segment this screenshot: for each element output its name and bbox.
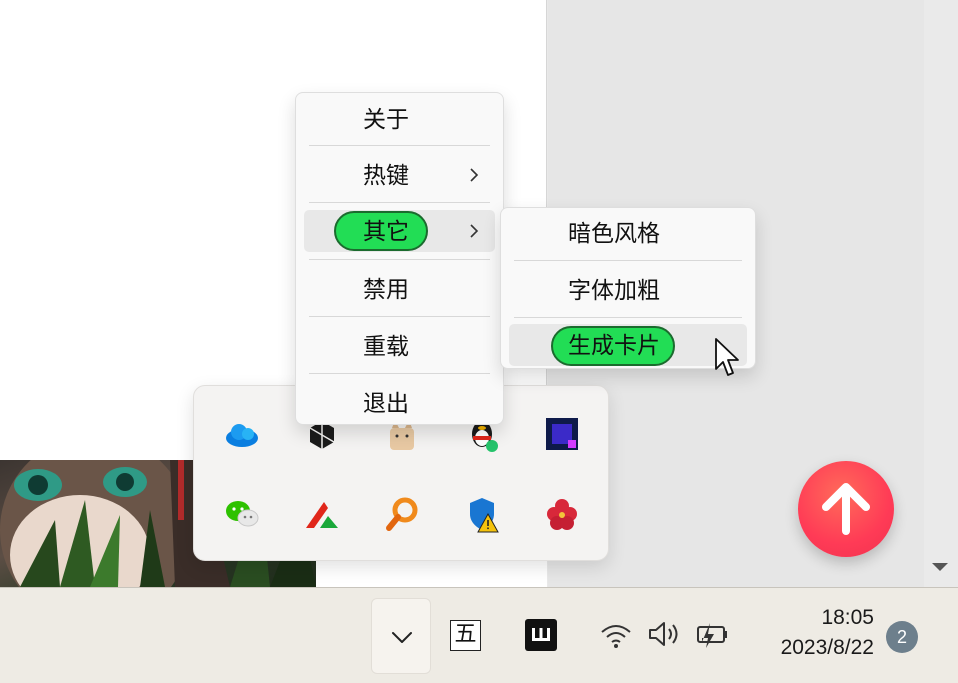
menu-separator	[514, 317, 742, 318]
arrow-up-icon	[822, 483, 870, 535]
menu-item-label: 退出	[363, 390, 409, 416]
clock[interactable]: 18:05 2023/8/22	[758, 604, 874, 664]
wifi-icon[interactable]	[598, 618, 634, 650]
chevron-right-icon	[470, 224, 479, 238]
keyboard-app-icon[interactable]	[525, 619, 557, 651]
menu-item-other[interactable]: 其它	[304, 210, 495, 252]
menu-separator	[309, 316, 490, 317]
clock-time: 18:05	[821, 606, 874, 629]
onedrive-icon[interactable]	[222, 414, 262, 454]
clock-date: 2023/8/22	[780, 636, 874, 659]
submenu-item-label: 生成卡片	[568, 332, 660, 358]
red-flower-app-icon[interactable]	[542, 494, 582, 534]
menu-item-about[interactable]: 关于	[304, 98, 495, 140]
menu-separator	[309, 145, 490, 146]
notification-badge[interactable]: 2	[886, 621, 918, 653]
show-hidden-icons-button[interactable]	[371, 598, 431, 674]
ime-indicator[interactable]: 五	[450, 620, 481, 651]
menu-item-label: 关于	[363, 106, 409, 132]
wechat-icon[interactable]	[222, 494, 262, 534]
magnifier-app-icon[interactable]	[382, 494, 422, 534]
tray-context-menu: 关于 热键 其它 禁用 重载 退出	[295, 92, 504, 425]
menu-separator	[309, 373, 490, 374]
volume-icon[interactable]	[646, 618, 684, 650]
menu-item-label: 其它	[363, 218, 409, 244]
submenu-item-label: 暗色风格	[568, 220, 660, 246]
submenu-item-bold-font[interactable]: 字体加粗	[509, 269, 747, 311]
menu-separator	[514, 260, 742, 261]
menu-item-hotkeys[interactable]: 热键	[304, 154, 495, 196]
menu-item-label: 重载	[363, 333, 409, 359]
mouse-cursor-icon	[715, 338, 739, 376]
menu-item-exit[interactable]: 退出	[304, 382, 495, 424]
scroll-to-top-button[interactable]	[798, 461, 894, 557]
submenu-item-generate-card[interactable]: 生成卡片	[509, 324, 747, 366]
scroll-down-arrow-icon[interactable]	[932, 563, 948, 571]
chevron-right-icon	[470, 168, 479, 182]
menu-item-disable[interactable]: 禁用	[304, 268, 495, 310]
submenu-item-label: 字体加粗	[568, 277, 660, 303]
battery-charging-icon[interactable]	[694, 618, 732, 650]
scrollbar[interactable]	[924, 0, 958, 587]
menu-separator	[309, 259, 490, 260]
submenu-item-dark-style[interactable]: 暗色风格	[509, 212, 747, 254]
red-green-arrow-app-icon[interactable]	[302, 494, 342, 534]
menu-item-label: 热键	[363, 162, 409, 188]
menu-item-reload[interactable]: 重载	[304, 325, 495, 367]
menu-separator	[309, 202, 490, 203]
taskbar: 五 18:05 2023/8/22 2	[0, 587, 958, 683]
purple-square-app-icon[interactable]	[542, 414, 582, 454]
chevron-down-icon	[392, 632, 412, 643]
security-warning-shield-icon[interactable]	[462, 494, 502, 534]
menu-item-label: 禁用	[363, 276, 409, 302]
